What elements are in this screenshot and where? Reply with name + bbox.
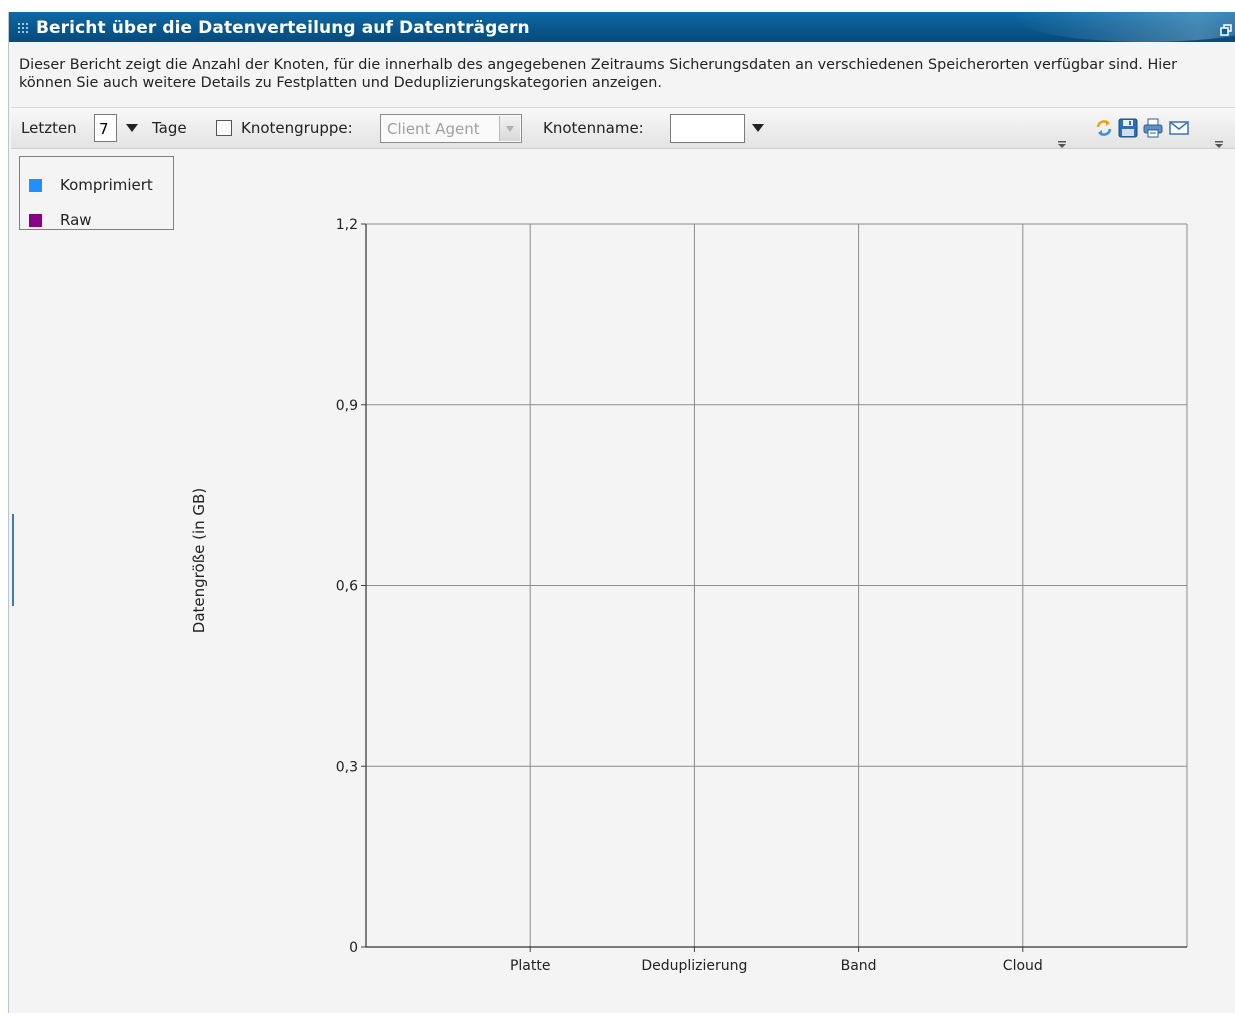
report-title: Bericht über die Datenverteilung auf Dat…	[36, 18, 530, 38]
report-actions	[1077, 108, 1225, 148]
node-name-input[interactable]	[670, 114, 745, 143]
toolbar-overflow-icon[interactable]	[1057, 134, 1067, 148]
x-tick-label: Platte	[510, 958, 551, 974]
chart-area: Komprimiert Raw 0 0,3 0,6 0,9 1,2 Platte Dedup…	[9, 149, 1235, 1013]
grip-icon[interactable]	[17, 22, 29, 34]
email-icon[interactable]	[1168, 117, 1190, 139]
report-description: Dieser Bericht zeigt die Anzahl der Knot…	[19, 57, 1178, 91]
actions-overflow-icon[interactable]	[1214, 134, 1224, 148]
last-label: Letzten	[21, 119, 77, 137]
node-name-dropdown-icon[interactable]	[752, 124, 764, 132]
y-tick-label: 0,9	[336, 398, 358, 414]
title-bar-decoration	[1016, 12, 1235, 42]
y-tick-label: 1,2	[336, 217, 358, 233]
save-icon[interactable]	[1117, 117, 1139, 139]
node-group-value: Client Agent	[387, 120, 480, 138]
node-group-label: Knotengruppe:	[241, 119, 353, 137]
days-dropdown-icon[interactable]	[126, 124, 138, 132]
node-group-checkbox[interactable]	[216, 120, 232, 136]
days-label: Tage	[152, 119, 187, 137]
y-axis-label: Datengröße (in GB)	[190, 488, 208, 633]
y-tick-label: 0,6	[336, 579, 358, 595]
report-panel: Bericht über die Datenverteilung auf Dat…	[8, 12, 1235, 1013]
node-group-select[interactable]: Client Agent	[380, 114, 522, 143]
chevron-down-icon	[506, 126, 514, 132]
x-tick-label: Cloud	[1003, 958, 1043, 974]
panel-resize-handle[interactable]	[12, 514, 14, 606]
days-input[interactable]: 7	[94, 114, 117, 142]
bar-chart: 0 0,3 0,6 0,9 1,2 Platte Deduplizierung Band Clo…	[190, 217, 1188, 974]
node-group-dropdown-button[interactable]	[499, 116, 520, 141]
y-tick-label: 0,3	[336, 759, 358, 775]
x-tick-label: Band	[841, 958, 877, 974]
x-tick-label: Deduplizierung	[641, 958, 747, 974]
restore-window-icon[interactable]	[1220, 21, 1232, 36]
y-tick-label: 0	[349, 940, 358, 956]
print-icon[interactable]	[1142, 117, 1164, 139]
node-name-label: Knotenname:	[543, 119, 644, 137]
refresh-icon[interactable]	[1093, 117, 1115, 139]
report-toolbar: Letzten 7 Tage Knotengruppe: Client Agen…	[11, 107, 1235, 149]
report-title-bar: Bericht über die Datenverteilung auf Dat…	[9, 12, 1235, 42]
